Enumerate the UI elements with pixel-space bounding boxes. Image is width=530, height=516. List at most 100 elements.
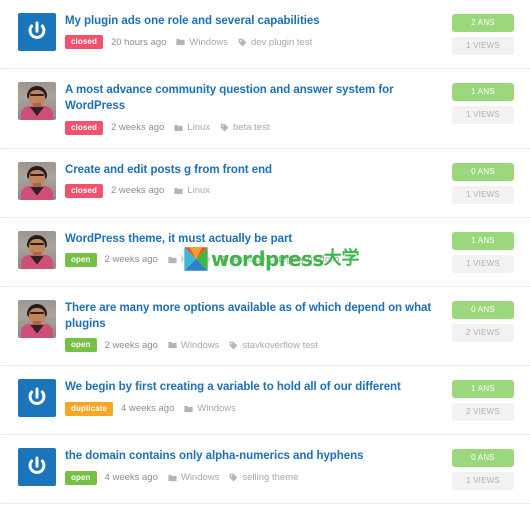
folder-icon [174,187,183,195]
question-body: Create and edit posts g from front end cl… [65,162,452,198]
answers-badge: 2 ANS [452,14,514,32]
question-item[interactable]: A most advance community question and an… [0,69,530,149]
question-item[interactable]: WordPress theme, it must actually be par… [0,218,530,287]
answers-badge: 0 ANS [452,300,514,319]
status-badge: open [65,470,97,485]
question-tags[interactable]: stavkoverflow test [229,341,318,351]
question-meta: closed 2 weeks ago Linux beta test [65,120,444,135]
views-badge: 1 VIEWS [452,106,514,124]
views-badge: 1 VIEWS [452,472,514,491]
status-badge: open [65,252,97,267]
question-title-link[interactable]: WordPress theme, it must actually be par… [65,231,444,247]
question-meta: open 2 weeks ago HowTo exclude category mix… [65,252,444,267]
question-list-page: My plugin ads one role and several capab… [0,0,530,516]
question-stats: 0 ANS 1 VIEWS [452,162,514,204]
tags-label: selling theme [242,471,299,483]
user-avatar-default-icon[interactable] [18,13,56,51]
question-category[interactable]: Windows [176,38,228,48]
question-body: There are many more options available as… [65,300,452,353]
question-meta: duplicate 4 weeks ago Windows [65,401,444,416]
question-category[interactable]: Windows [168,471,220,483]
status-badge: closed [65,35,103,50]
folder-icon [184,405,193,413]
question-item[interactable]: Create and edit posts g from front end cl… [0,149,530,218]
question-timestamp: 2 weeks ago [110,185,165,197]
question-stats: 2 ANS 1 VIEWS [452,13,514,55]
question-stats: 1 ANS 1 VIEWS [452,231,514,273]
question-stats: 0 ANS 1 VIEWS [452,448,514,491]
status-badge: closed [65,120,103,135]
question-tags[interactable]: dev plugin test [238,38,312,48]
status-badge: duplicate [65,401,114,416]
question-stats: 0 ANS 2 VIEWS [452,300,514,342]
tag-icon [229,341,238,350]
question-body: A most advance community question and an… [65,82,452,135]
folder-icon [176,38,186,46]
tag-icon [220,255,229,264]
answers-badge: 1 ANS [452,231,514,250]
question-category[interactable]: HowTo [168,255,210,265]
question-timestamp: 2 weeks ago [110,121,165,133]
category-label: Linux [187,121,211,133]
tag-icon [229,473,238,482]
question-title-link[interactable]: Create and edit posts g from front end [65,162,444,178]
question-meta: closed 20 hours ago Windows dev plugin test [65,35,444,50]
folder-icon [174,124,183,132]
question-item[interactable]: the domain contains only alpha-numerics … [0,435,530,505]
status-badge: closed [65,183,103,198]
question-title-link[interactable]: the domain contains only alpha-numerics … [65,448,444,464]
question-category[interactable]: Windows [168,339,220,351]
question-stats: 1 ANS 1 VIEWS [452,82,514,124]
views-badge: 1 VIEWS [452,254,514,273]
question-list: My plugin ads one role and several capab… [0,0,530,516]
views-badge: 2 VIEWS [452,403,514,422]
question-meta: open 2 weeks ago Windows stavkoverflow test [65,338,444,353]
category-label: Windows [180,471,220,483]
question-timestamp: 2 weeks ago [104,254,158,266]
user-avatar-photo[interactable] [18,230,56,269]
question-category[interactable]: Linux [174,186,210,196]
status-badge: open [65,338,97,353]
question-item[interactable]: You can also filter the tags, all tags i… [0,504,530,516]
views-badge: 1 VIEWS [452,37,514,55]
question-body: We begin by first creating a variable to… [65,379,452,416]
question-meta: closed 2 weeks ago Linux [65,183,444,198]
tags-label: exclude category mixfolio [232,254,340,266]
question-tags[interactable]: beta test [220,123,269,133]
user-avatar-default-icon[interactable] [18,379,56,418]
category-label: Windows [197,402,236,414]
category-label: Windows [189,36,228,48]
folder-icon [168,256,177,264]
question-tags[interactable]: exclude category mixfolio [220,255,340,265]
tags-label: beta test [233,121,270,133]
question-stats: 1 ANS 2 VIEWS [452,379,514,422]
question-title-link[interactable]: A most advance community question and an… [65,82,444,115]
tag-icon [220,123,229,132]
user-avatar-default-icon[interactable] [18,448,56,487]
question-body: the domain contains only alpha-numerics … [65,448,452,485]
question-timestamp: 20 hours ago [110,36,167,48]
answers-badge: 1 ANS [452,83,514,101]
question-title-link[interactable]: We begin by first creating a variable to… [65,379,444,395]
views-badge: 2 VIEWS [452,323,514,342]
user-avatar-photo[interactable] [18,299,56,338]
tag-icon [238,38,247,47]
question-item[interactable]: We begin by first creating a variable to… [0,366,530,436]
category-label: Linux [187,185,211,197]
tags-label: stavkoverflow test [242,339,318,351]
question-item[interactable]: There are many more options available as… [0,287,530,367]
user-avatar-photo[interactable] [18,82,56,120]
category-label: Windows [180,339,220,351]
question-title-link[interactable]: There are many more options available as… [65,300,444,333]
question-category[interactable]: Linux [174,123,210,133]
question-title-link[interactable]: My plugin ads one role and several capab… [65,13,444,29]
user-avatar-photo[interactable] [18,161,56,200]
question-item[interactable]: My plugin ads one role and several capab… [0,0,530,69]
question-meta: open 4 weeks ago Windows selling theme [65,470,444,485]
category-label: HowTo [180,254,210,266]
answers-badge: 1 ANS [452,380,514,399]
question-tags[interactable]: selling theme [229,473,298,483]
folder-icon [168,474,177,482]
question-category[interactable]: Windows [184,404,236,414]
views-badge: 1 VIEWS [452,185,514,204]
